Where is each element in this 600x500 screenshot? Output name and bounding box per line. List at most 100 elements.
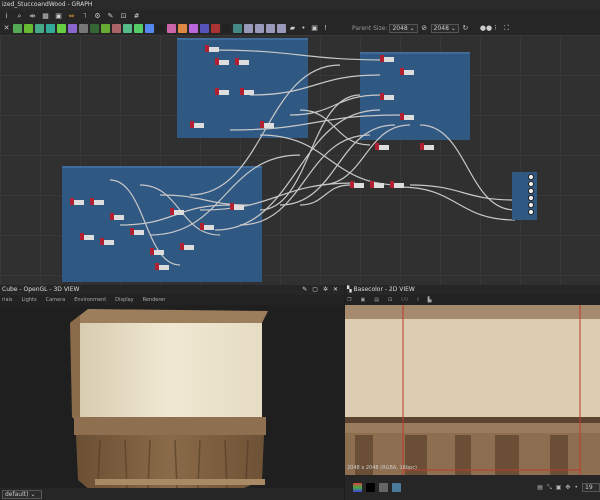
atomic-node-button[interactable]: [222, 24, 231, 33]
environment-preset-select[interactable]: default) ⌄: [2, 490, 42, 499]
layout-icon[interactable]: ▤: [537, 484, 543, 491]
node-header: [370, 181, 374, 188]
menu-item[interactable]: Camera: [46, 295, 66, 305]
node-header: [420, 143, 424, 150]
graph-canvas[interactable]: [0, 35, 600, 285]
fit-icon[interactable]: ⤡: [547, 484, 552, 492]
black-bg-icon[interactable]: [366, 483, 375, 492]
atomic-node-button[interactable]: [90, 24, 99, 33]
histogram-icon[interactable]: ▙: [428, 295, 432, 305]
menu-item[interactable]: Renderer: [143, 295, 166, 305]
atomic-node-button[interactable]: [123, 24, 132, 33]
atomic-node-button[interactable]: [189, 24, 198, 33]
size-value: 2048: [433, 25, 449, 32]
vertical-icon[interactable]: ⁝: [491, 24, 500, 33]
node-header: [80, 233, 84, 240]
atomic-node-button[interactable]: [13, 24, 22, 33]
node-header: [215, 58, 219, 65]
atomic-node-button[interactable]: [211, 24, 220, 33]
atomic-node-button[interactable]: [277, 24, 286, 33]
atomic-node-button[interactable]: [255, 24, 264, 33]
atomic-node-button[interactable]: [79, 24, 88, 33]
settings-icon[interactable]: ⚙: [93, 12, 102, 21]
comment-icon[interactable]: ▰: [288, 24, 297, 33]
frame-icon[interactable]: ▣: [310, 24, 319, 33]
menu-item[interactable]: Display: [115, 295, 133, 305]
atomic-node-button[interactable]: [178, 24, 187, 33]
connect-icon[interactable]: ●●: [480, 24, 492, 33]
atomic-node-button[interactable]: [68, 24, 77, 33]
maximize-icon[interactable]: ▢: [312, 285, 318, 295]
atomic-node-button[interactable]: [167, 24, 176, 33]
atomic-node-button[interactable]: [134, 24, 143, 33]
uv-toggle[interactable]: UV: [401, 295, 408, 305]
menu-item[interactable]: Lights: [22, 295, 37, 305]
copy-icon[interactable]: ❐: [347, 295, 351, 305]
wire: [249, 74, 381, 96]
atomic-node-button[interactable]: [266, 24, 275, 33]
pin-icon[interactable]: ✎: [302, 285, 307, 295]
atomic-node-button[interactable]: [156, 24, 165, 33]
preset-value: default): [5, 491, 29, 498]
pin-icon[interactable]: !: [321, 24, 330, 33]
atomic-node-button[interactable]: [244, 24, 253, 33]
link-size-icon[interactable]: ⊘: [420, 24, 429, 33]
atomic-node-button[interactable]: [35, 24, 44, 33]
atomic-node-button[interactable]: [200, 24, 209, 33]
wire: [159, 194, 251, 206]
shuffle-icon[interactable]: ✕: [2, 24, 11, 33]
atomic-node-button[interactable]: [24, 24, 33, 33]
image-bg-icon[interactable]: [392, 483, 401, 492]
parent-size-select[interactable]: 2048 ⌄: [389, 24, 418, 33]
dot-icon[interactable]: •: [574, 484, 578, 491]
tool-icon[interactable]: ✎: [106, 12, 115, 21]
node-header: [155, 263, 159, 270]
wire: [259, 134, 401, 186]
menu-item[interactable]: Environment: [74, 295, 106, 305]
search-icon[interactable]: ⌕: [15, 12, 24, 21]
size-select[interactable]: 2048 ⌄: [430, 24, 459, 33]
wire: [109, 179, 181, 266]
atomic-node-button[interactable]: [57, 24, 66, 33]
node-header: [205, 45, 209, 52]
output-port: [527, 180, 535, 188]
atomic-node-button[interactable]: [101, 24, 110, 33]
save-icon[interactable]: ▣: [360, 295, 365, 305]
menu-item[interactable]: rials: [2, 295, 13, 305]
wire: [299, 109, 371, 146]
node-header: [350, 181, 354, 188]
fullsize-icon[interactable]: ▣: [556, 484, 562, 491]
wire: [409, 184, 516, 201]
output-port: [527, 187, 535, 195]
pan-icon[interactable]: ✥: [565, 484, 570, 491]
link-icon[interactable]: ⇔: [67, 12, 76, 21]
gray-bg-icon[interactable]: [379, 483, 388, 492]
2d-view-panel: ▚ Basecolor - 2D VIEW ❐ ▣ ▤ ⊡ UV i ▙ 2048 x 20…: [345, 285, 600, 500]
3d-view-title: Cube - OpenGL - 3D VIEW: [2, 286, 80, 293]
node-header: [215, 88, 219, 95]
align-icon[interactable]: ⇹: [28, 12, 37, 21]
reset-icon[interactable]: ↻: [461, 24, 470, 33]
close-icon[interactable]: ✕: [333, 285, 338, 295]
atomic-node-button[interactable]: [233, 24, 242, 33]
3d-cube-render: [70, 309, 268, 488]
wire-icon[interactable]: ˥: [80, 12, 89, 21]
channel-icon[interactable]: [353, 483, 362, 492]
info-icon[interactable]: i: [2, 12, 11, 21]
display-icon[interactable]: ⊡: [388, 295, 392, 305]
atomic-node-button[interactable]: [46, 24, 55, 33]
zoom-field[interactable]: 19: [582, 483, 600, 492]
atomic-node-button[interactable]: [112, 24, 121, 33]
layout-icon[interactable]: ▦: [41, 12, 50, 21]
atomic-node-button[interactable]: [145, 24, 154, 33]
frame-icon[interactable]: ▣: [54, 12, 63, 21]
info-icon[interactable]: i: [417, 295, 418, 305]
display-icon[interactable]: ⊡: [119, 12, 128, 21]
export-icon[interactable]: ▤: [374, 295, 379, 305]
wire: [289, 94, 381, 116]
grid-icon[interactable]: #: [132, 12, 141, 21]
float-icon[interactable]: ✲: [323, 285, 328, 295]
parent-size-value: 2048: [392, 25, 408, 32]
dot-icon[interactable]: •: [299, 24, 308, 33]
hierarchy-icon[interactable]: ⛶: [502, 24, 511, 33]
